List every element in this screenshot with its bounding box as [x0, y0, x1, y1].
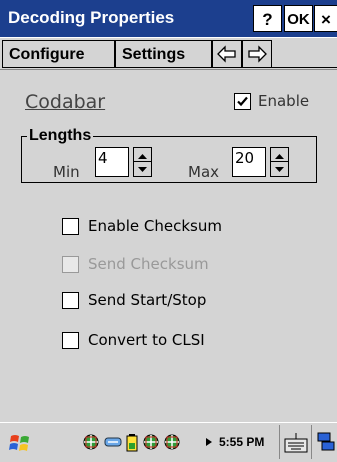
desktop-icon[interactable] — [316, 431, 336, 453]
enable-checksum-label: Enable Checksum — [88, 217, 222, 235]
battery-icon[interactable] — [125, 433, 139, 453]
send-checksum-checkbox — [62, 256, 79, 273]
taskbar-divider — [311, 425, 312, 459]
tab-configure[interactable]: Configure — [2, 40, 115, 68]
max-spinner[interactable] — [270, 147, 289, 177]
properties-panel: Codabar Enable Lengths Min 4 Max 20 Enab… — [0, 70, 337, 422]
taskbar-divider — [279, 425, 280, 459]
close-button[interactable]: × — [314, 5, 337, 32]
lengths-group-title: Lengths — [27, 127, 94, 145]
min-label: Min — [53, 163, 80, 181]
connection-icon[interactable] — [103, 433, 123, 451]
enable-label: Enable — [258, 92, 310, 110]
triangle-down-icon — [138, 167, 147, 172]
sync-globe-icon[interactable] — [142, 433, 160, 451]
window-title: Decoding Properties — [8, 8, 175, 27]
start-windows-icon[interactable] — [8, 432, 34, 454]
symbology-heading: Codabar — [25, 91, 106, 113]
arrow-left-icon — [217, 45, 236, 63]
triangle-down-icon — [275, 167, 284, 172]
convert-to-clsi-checkbox[interactable] — [62, 332, 79, 349]
max-label: Max — [188, 163, 220, 181]
network-globe-icon[interactable] — [82, 433, 100, 451]
help-button[interactable]: ? — [253, 5, 282, 32]
check-icon — [237, 96, 248, 107]
wireless-globe-icon[interactable] — [163, 433, 181, 451]
tab-bar: Configure Settings — [0, 37, 337, 70]
keyboard-icon[interactable] — [284, 432, 308, 454]
min-input[interactable]: 4 — [95, 147, 129, 177]
title-bar: Decoding Properties ? OK × — [0, 0, 337, 37]
max-input[interactable]: 20 — [232, 147, 266, 177]
clock[interactable]: 5:55 PM — [219, 435, 264, 449]
ok-button[interactable]: OK — [284, 5, 313, 32]
min-spin-up[interactable] — [134, 148, 151, 162]
tab-bar-fill — [272, 40, 337, 68]
max-spin-up[interactable] — [271, 148, 288, 162]
send-start-stop-checkbox[interactable] — [62, 292, 79, 309]
scroll-left-button[interactable] — [212, 40, 242, 68]
scroll-right-button[interactable] — [242, 40, 272, 68]
arrow-right-icon — [248, 45, 267, 63]
enable-checkbox[interactable] — [234, 93, 251, 110]
send-start-stop-label: Send Start/Stop — [88, 291, 207, 309]
max-spin-down[interactable] — [271, 162, 288, 176]
min-spinner[interactable] — [133, 147, 152, 177]
min-spin-down[interactable] — [134, 162, 151, 176]
send-checksum-label: Send Checksum — [88, 255, 209, 273]
enable-checksum-checkbox[interactable] — [62, 218, 79, 235]
tray-expand-arrow-icon[interactable] — [205, 437, 213, 447]
taskbar: 5:55 PM — [0, 422, 337, 462]
tab-settings[interactable]: Settings — [115, 40, 212, 68]
convert-to-clsi-label: Convert to CLSI — [88, 331, 205, 349]
